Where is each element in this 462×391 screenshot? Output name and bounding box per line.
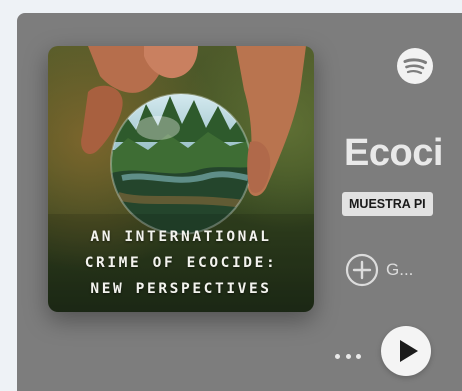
plus-circle-icon [345, 253, 379, 287]
episode-cover-art[interactable]: AN INTERNATIONAL CRIME OF ECOCIDE: NEW P… [48, 46, 314, 312]
show-title[interactable]: Ecoci [344, 132, 443, 175]
follow-button[interactable]: G... [345, 253, 413, 287]
cover-title-line: NEW PERSPECTIVES [90, 281, 272, 297]
preview-badge: MUESTRA PI [342, 192, 433, 216]
cover-title: AN INTERNATIONAL CRIME OF ECOCIDE: NEW P… [48, 224, 314, 302]
play-button[interactable] [381, 326, 431, 376]
spotify-embed-card: AN INTERNATIONAL CRIME OF ECOCIDE: NEW P… [17, 13, 462, 391]
follow-label: G... [386, 260, 414, 279]
cover-title-line: AN INTERNATIONAL [90, 229, 272, 245]
embed-stage: AN INTERNATIONAL CRIME OF ECOCIDE: NEW P… [0, 0, 462, 391]
cover-title-line: CRIME OF ECOCIDE: [84, 255, 278, 271]
spotify-icon[interactable] [397, 48, 433, 84]
more-options-icon[interactable] [335, 349, 361, 363]
